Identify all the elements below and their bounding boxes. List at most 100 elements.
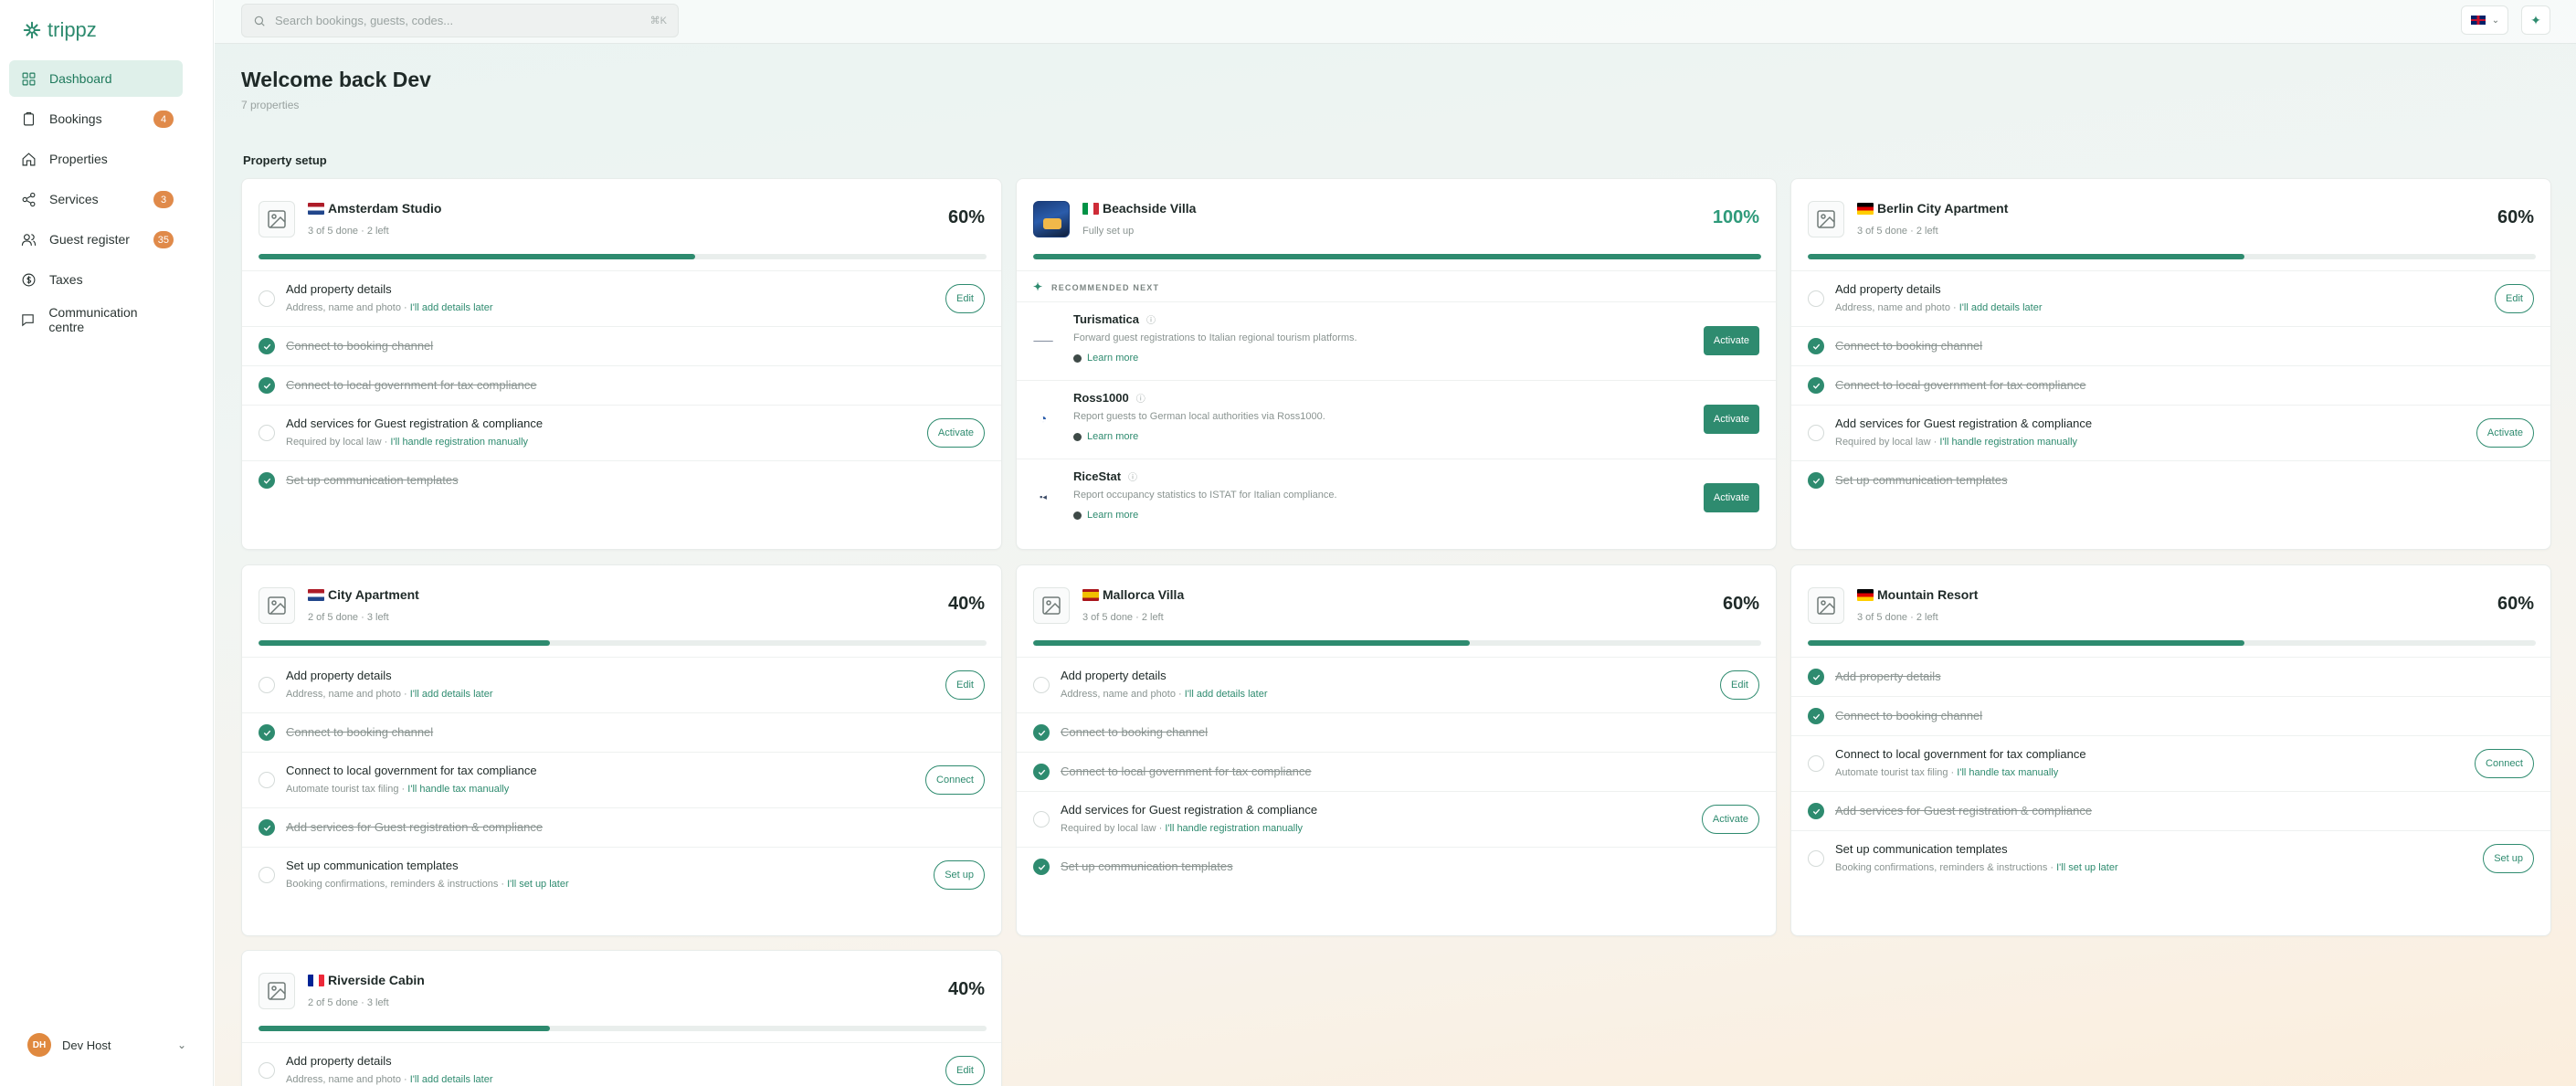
learn-more-text: Learn more [1087,510,1139,521]
search-placeholder: Search bookings, guests, codes... [275,14,454,27]
image-placeholder-icon[interactable] [259,201,295,237]
property-card-beachside-villa: Beachside Villa Fully set up 100% ✦ RECO… [1016,178,1777,550]
logo-icon [23,21,41,39]
task-sub-text: Address, name and photo · [1835,302,1959,313]
property-name[interactable]: Berlin City Apartment [1857,201,2008,216]
task-guest-registration: Add services for Guest registration & co… [1791,406,2550,461]
info-icon[interactable]: ⓘ [1136,395,1145,405]
check-icon [1808,472,1824,489]
connect-button[interactable]: Connect [2475,749,2534,778]
task-todo-circle [259,867,275,883]
activate-button[interactable]: Activate [1703,326,1759,355]
sidebar-item-taxes[interactable]: Taxes [9,261,183,298]
task-communication-templates: Set up communication templates Booking c… [242,848,1001,903]
learn-more-link[interactable]: Learn more [1073,353,1138,364]
task-label: Add property details [286,282,392,296]
language-selector[interactable]: ⌄ [2461,5,2508,35]
skip-link[interactable]: I'll handle registration manually [390,437,528,448]
edit-button[interactable]: Edit [945,670,985,700]
search-shortcut: ⌘K [649,16,667,26]
task-guest-registration: Add services for Guest registration & co… [1791,792,2550,831]
skip-link[interactable]: I'll set up later [507,879,569,890]
service-description: Report guests to German local authoritie… [1073,411,1325,422]
task-sub: Address, name and photo · I'll add detai… [286,1074,493,1085]
task-label: Add services for Guest registration & co… [1835,416,2093,430]
task-sub-text: Address, name and photo · [286,689,410,700]
activate-button[interactable]: Activate [1703,405,1759,434]
search-input[interactable]: Search bookings, guests, codes... ⌘K [241,4,679,37]
property-name-text: Mallorca Villa [1103,587,1185,602]
sidebar-item-label: Guest register [49,232,130,247]
property-name[interactable]: Beachside Villa [1082,201,1196,216]
users-icon [20,231,37,248]
property-name[interactable]: City Apartment [308,587,419,602]
task-connect-local-government: Connect to local government for tax comp… [242,753,1001,808]
user-menu[interactable]: DH Dev Host ⌄ [27,1033,186,1057]
skip-link[interactable]: I'll add details later [410,302,493,313]
image-placeholder-icon[interactable] [1033,587,1070,624]
learn-more-link[interactable]: Learn more [1073,510,1138,521]
task-add-property-details: Add property details [1791,658,2550,697]
task-label: Add property details [1835,670,1941,683]
property-name-text: Berlin City Apartment [1877,201,2009,216]
sidebar-item-communication-centre[interactable]: Communication centre [9,301,183,338]
image-placeholder-icon[interactable] [259,587,295,624]
activate-button[interactable]: Activate [1703,483,1759,512]
task-add-property-details: Add property details Address, name and p… [242,1043,1001,1086]
skip-link[interactable]: I'll handle registration manually [1165,823,1303,834]
task-sub-text: Automate tourist tax filing · [1835,767,1958,778]
quick-add-button[interactable]: ✦ [2521,5,2550,35]
skip-link[interactable]: I'll handle tax manually [407,784,509,795]
skip-link[interactable]: I'll set up later [2056,862,2118,873]
task-sub-text: Required by local law · [1061,823,1166,834]
task-add-property-details: Add property details Address, name and p… [242,658,1001,713]
edit-button[interactable]: Edit [1720,670,1759,700]
check-icon [1033,859,1050,875]
skip-link[interactable]: I'll handle tax manually [1957,767,2058,778]
sidebar-item-label: Taxes [49,272,83,287]
property-name[interactable]: Mountain Resort [1857,587,1978,602]
sidebar-item-bookings[interactable]: Bookings 4 [9,100,183,137]
task-todo-circle [1033,811,1050,828]
property-card-amsterdam-studio: Amsterdam Studio 3 of 5 done · 2 left 60… [241,178,1002,550]
set-up-button[interactable]: Set up [2483,844,2534,873]
skip-link[interactable]: I'll add details later [410,689,493,700]
connect-button[interactable]: Connect [925,765,985,795]
skip-link[interactable]: I'll add details later [1959,302,2043,313]
learn-more-link[interactable]: Learn more [1073,431,1138,442]
edit-button[interactable]: Edit [945,284,985,313]
skip-link[interactable]: I'll add details later [1185,689,1268,700]
task-sub: Required by local law · I'll handle regi… [1061,823,1303,834]
image-placeholder-icon[interactable] [1808,587,1844,624]
sidebar-item-guest-register[interactable]: Guest register 35 [9,221,183,258]
sidebar-item-dashboard[interactable]: Dashboard [9,60,183,97]
setup-status: 2 of 5 done · 3 left [308,612,389,623]
skip-link[interactable]: I'll handle registration manually [1939,437,2077,448]
setup-percent: 60% [1722,594,1759,614]
property-name[interactable]: Mallorca Villa [1082,587,1184,602]
progress-fill [259,254,696,259]
task-sub: Address, name and photo · I'll add detai… [1835,302,2043,313]
sidebar-item-services[interactable]: Services 3 [9,181,183,217]
activate-button[interactable]: Activate [926,418,985,448]
task-label: Connect to local government for tax comp… [286,378,537,392]
set-up-button[interactable]: Set up [934,860,985,890]
task-sub: Address, name and photo · I'll add detai… [1061,689,1268,700]
task-add-property-details: Add property details Address, name and p… [1791,271,2550,327]
task-label: Connect to booking channel [1061,725,1209,739]
skip-link[interactable]: I'll add details later [410,1074,493,1085]
activate-button[interactable]: Activate [2476,418,2534,448]
info-icon[interactable]: ⓘ [1128,473,1137,483]
edit-button[interactable]: Edit [945,1056,985,1085]
property-name-text: Riverside Cabin [328,973,425,987]
property-name[interactable]: Riverside Cabin [308,973,425,987]
property-photo[interactable] [1033,201,1070,237]
logo[interactable]: trippz [22,18,97,42]
image-placeholder-icon[interactable] [259,973,295,1009]
activate-button[interactable]: Activate [1701,805,1759,834]
edit-button[interactable]: Edit [2495,284,2534,313]
sidebar-item-properties[interactable]: Properties [9,141,183,177]
info-icon[interactable]: ⓘ [1146,316,1156,326]
image-placeholder-icon[interactable] [1808,201,1844,237]
property-name[interactable]: Amsterdam Studio [308,201,441,216]
